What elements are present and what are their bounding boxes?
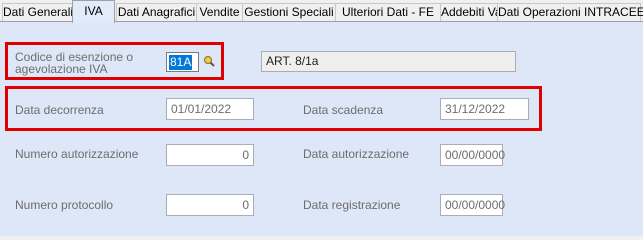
authorization-date-label: Data autorizzazione bbox=[303, 147, 410, 161]
end-date-label: Data scadenza bbox=[303, 103, 384, 117]
authorization-number-label: Numero autorizzazione bbox=[15, 147, 139, 161]
start-date-label: Data decorrenza bbox=[15, 103, 104, 117]
authorization-date-input[interactable]: 00/00/0000 bbox=[440, 144, 505, 166]
tab-dati-operazioni-intracee[interactable]: Dati Operazioni INTRACEE bbox=[497, 3, 643, 21]
authorization-number-input[interactable]: 0 bbox=[166, 144, 254, 166]
tab-vendite[interactable]: Vendite bbox=[196, 3, 243, 21]
registration-date-input[interactable]: 00/00/0000 bbox=[440, 194, 505, 216]
tab-dati-generali[interactable]: Dati Generali bbox=[2, 3, 73, 21]
tab-iva[interactable]: IVA bbox=[72, 0, 115, 23]
tab-bar: Dati Generali IVA Dati Anagrafici Vendit… bbox=[0, 0, 643, 23]
exemption-code-value: 81A bbox=[169, 55, 193, 70]
lookup-icon[interactable] bbox=[203, 55, 215, 67]
protocol-number-label: Numero protocollo bbox=[15, 198, 114, 212]
exemption-label-line2: agevolazione IVA bbox=[15, 62, 108, 76]
exemption-code-input[interactable]: 81A bbox=[166, 52, 199, 72]
iva-panel: Codice di esenzione o agevolazione IVA 8… bbox=[0, 22, 643, 236]
tab-addebiti-vari[interactable]: Addebiti Vari bbox=[440, 3, 508, 21]
protocol-number-input[interactable]: 0 bbox=[166, 194, 254, 216]
registration-date-label: Data registrazione bbox=[303, 198, 401, 212]
exemption-description-field: ART. 8/1a bbox=[261, 51, 516, 72]
tab-gestioni-speciali[interactable]: Gestioni Speciali bbox=[242, 3, 336, 21]
end-date-input[interactable]: 31/12/2022 bbox=[440, 98, 529, 120]
tab-dati-anagrafici[interactable]: Dati Anagrafici bbox=[116, 3, 197, 21]
start-date-input[interactable]: 01/01/2022 bbox=[166, 98, 254, 120]
tab-ulteriori-dati-fe[interactable]: Ulteriori Dati - FE bbox=[335, 3, 441, 21]
